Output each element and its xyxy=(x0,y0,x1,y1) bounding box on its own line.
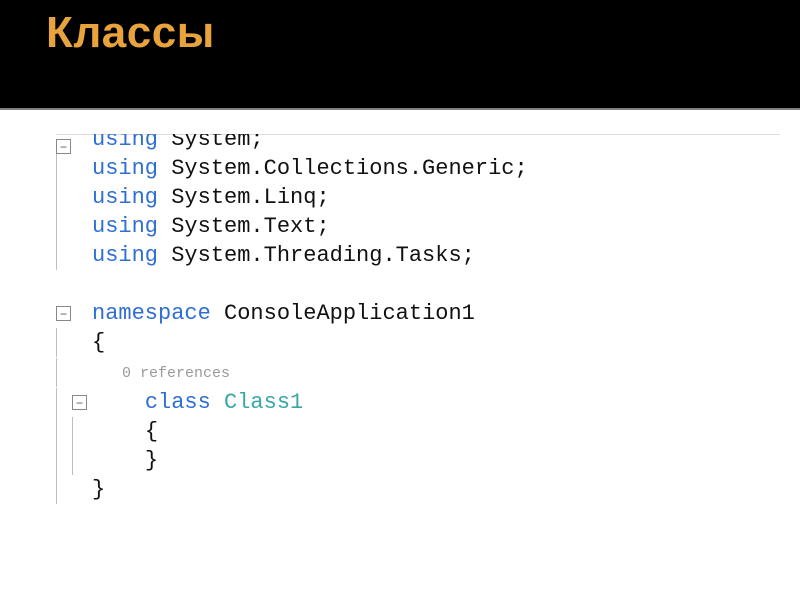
outline-rail xyxy=(56,154,72,183)
outline-rail xyxy=(56,241,72,270)
text-token xyxy=(211,390,224,415)
outline-rail xyxy=(56,328,72,357)
code-block: −using System;using System.Collections.G… xyxy=(56,134,780,504)
code-line: } xyxy=(56,475,780,504)
outline-gutter: − xyxy=(56,388,92,417)
code-text: using System; xyxy=(92,134,780,154)
code-line: − using System; xyxy=(56,134,780,154)
outline-gutter xyxy=(56,417,92,446)
outline-gutter xyxy=(56,241,92,270)
code-line: − class Class1 xyxy=(56,388,780,417)
outline-gutter xyxy=(56,212,92,241)
outline-gutter xyxy=(56,154,92,183)
code-text: class Class1 xyxy=(92,388,780,417)
keyword-token: using xyxy=(92,134,158,152)
outline-rail xyxy=(56,446,71,475)
outline-rail xyxy=(56,183,72,212)
outline-gutter xyxy=(56,328,92,357)
code-text xyxy=(92,270,780,299)
code-text: using System.Threading.Tasks; xyxy=(92,241,780,270)
code-text: { xyxy=(92,328,780,357)
text-token: System.Threading.Tasks; xyxy=(158,243,475,268)
code-text: } xyxy=(92,446,780,475)
code-line: { xyxy=(56,417,780,446)
collapse-minus-icon[interactable]: − xyxy=(56,139,71,154)
outline-gutter xyxy=(56,183,92,212)
slide-root: Классы −using System;using System.Collec… xyxy=(0,0,800,600)
text-token: ConsoleApplication1 xyxy=(211,301,475,326)
type-token: Class1 xyxy=(224,390,303,415)
keyword-token: namespace xyxy=(92,301,211,326)
references-label[interactable]: 0 references xyxy=(122,365,230,382)
slide-title: Классы xyxy=(46,8,800,58)
outline-gutter: − xyxy=(56,139,92,154)
code-line: { xyxy=(56,328,780,357)
outline-rail xyxy=(56,417,71,446)
code-line: − namespace ConsoleApplication1 xyxy=(56,299,780,328)
text-token: { xyxy=(92,330,105,355)
keyword-token: using xyxy=(92,156,158,181)
title-bar: Классы xyxy=(0,0,800,108)
keyword-token: class xyxy=(145,390,211,415)
collapse-minus-icon[interactable]: − xyxy=(72,395,87,410)
code-text: using System.Linq; xyxy=(92,183,780,212)
outline-gutter: − xyxy=(56,306,92,321)
text-token: } xyxy=(92,477,105,502)
outline-gutter xyxy=(56,446,92,475)
code-line: 0 references xyxy=(56,357,780,388)
outline-gutter xyxy=(56,358,92,387)
text-token: System.Text; xyxy=(158,214,330,239)
code-text: using System.Text; xyxy=(92,212,780,241)
title-divider xyxy=(0,108,800,110)
keyword-token: using xyxy=(92,214,158,239)
code-text: 0 references xyxy=(92,357,780,388)
outline-rail xyxy=(56,212,72,241)
text-token: System; xyxy=(158,134,264,152)
code-line: using System.Threading.Tasks; xyxy=(56,241,780,270)
code-text: namespace ConsoleApplication1 xyxy=(92,299,780,328)
collapse-minus-icon[interactable]: − xyxy=(56,306,71,321)
outline-gutter xyxy=(56,475,92,504)
keyword-token: using xyxy=(92,185,158,210)
code-line: } xyxy=(56,446,780,475)
code-text: { xyxy=(92,417,780,446)
text-token: } xyxy=(145,448,158,473)
code-line: using System.Collections.Generic; xyxy=(56,154,780,183)
text-token: System.Linq; xyxy=(158,185,330,210)
outline-rail xyxy=(56,475,72,504)
text-token: System.Collections.Generic; xyxy=(158,156,528,181)
code-line: using System.Text; xyxy=(56,212,780,241)
code-line xyxy=(56,270,780,299)
code-text: } xyxy=(92,475,780,504)
text-token: { xyxy=(145,419,158,444)
outline-rail xyxy=(56,358,72,387)
code-line: using System.Linq; xyxy=(56,183,780,212)
keyword-token: using xyxy=(92,243,158,268)
code-text: using System.Collections.Generic; xyxy=(92,154,780,183)
